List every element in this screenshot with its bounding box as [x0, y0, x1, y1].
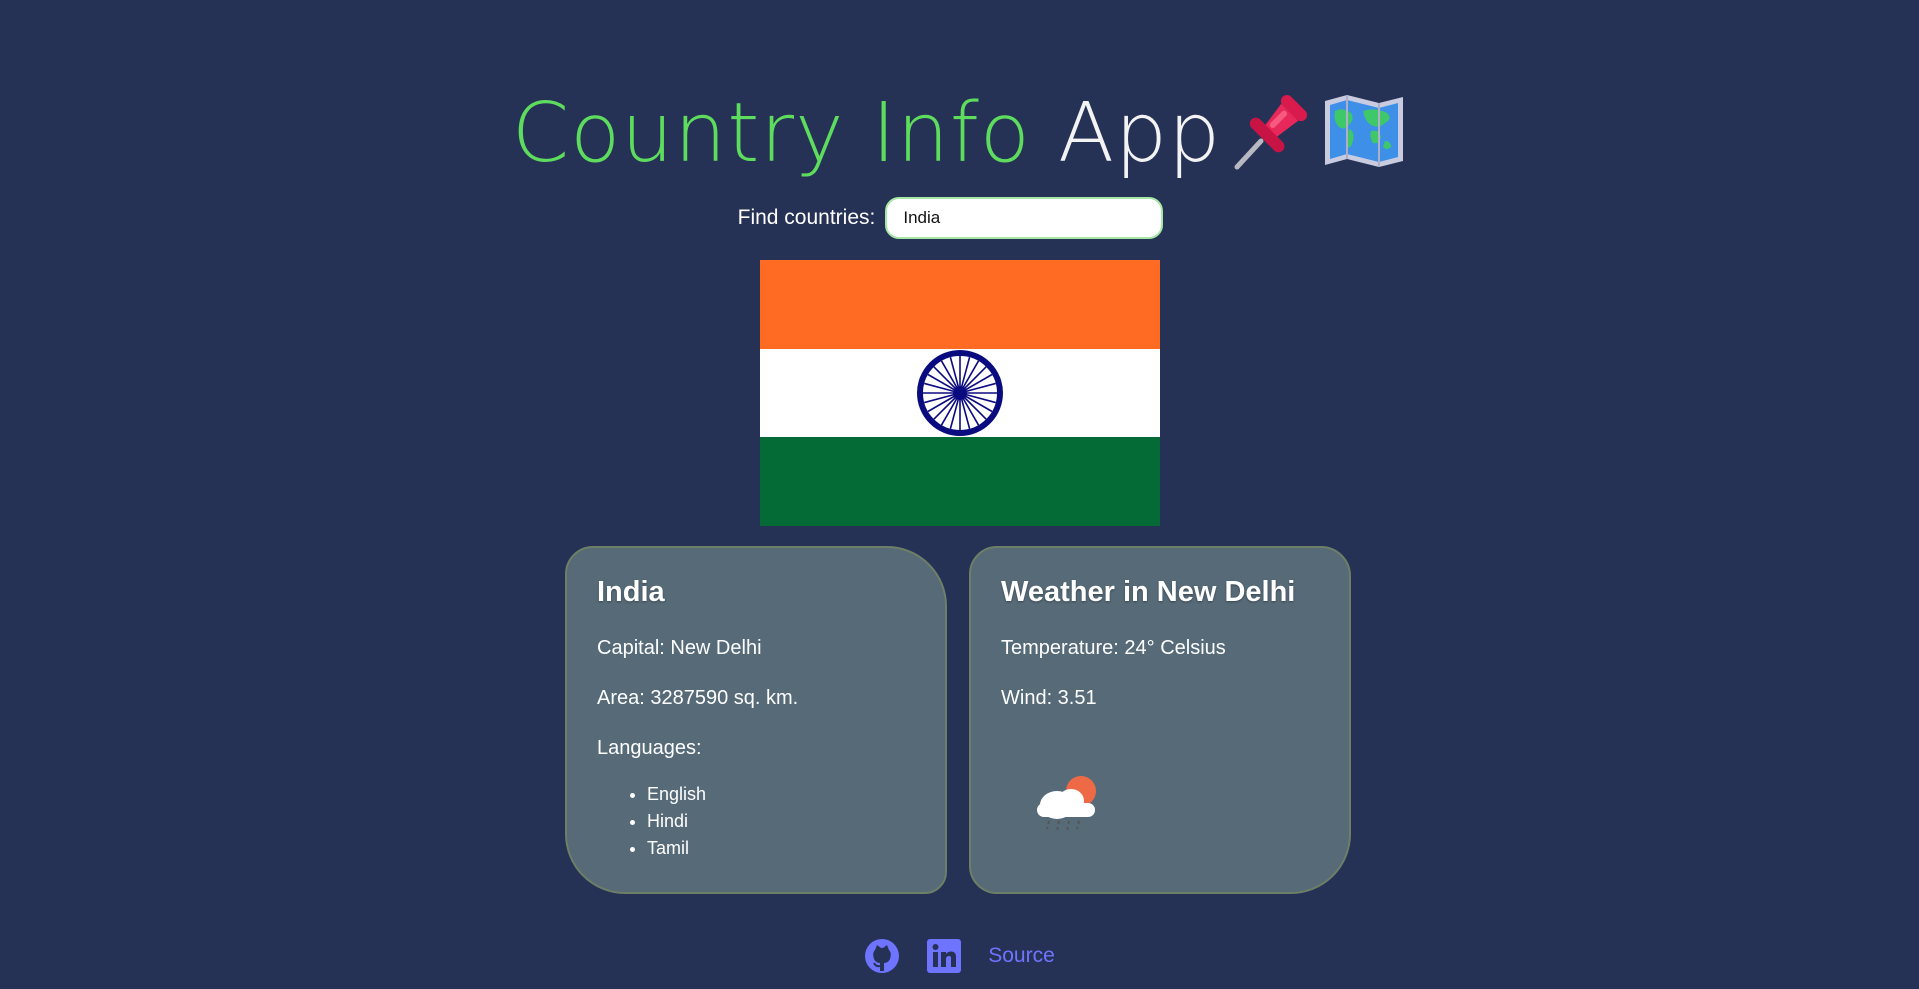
- list-item: Hindi: [647, 808, 915, 835]
- source-link[interactable]: Source: [988, 944, 1055, 968]
- page-title: Country Info App: [0, 84, 1919, 194]
- linkedin-icon[interactable]: [926, 938, 962, 974]
- list-item: Tamil: [647, 835, 915, 862]
- country-info-card: India Capital: New Delhi Area: 3287590 s…: [565, 546, 947, 894]
- country-flag: [760, 260, 1160, 526]
- languages-label: Languages:: [597, 737, 702, 759]
- weather-card: Weather in New Delhi Temperature: 24° Ce…: [969, 546, 1351, 894]
- footer: Source: [0, 938, 1919, 974]
- flag-green-band: [760, 437, 1160, 526]
- pushpin-icon: [1231, 91, 1311, 194]
- temperature-text: Temperature: 24° Celsius: [1001, 637, 1226, 659]
- capital-text: Capital: New Delhi: [597, 637, 762, 659]
- search-row: Find countries:: [0, 196, 1919, 240]
- list-item: English: [647, 781, 915, 808]
- world-map-icon: [1321, 91, 1407, 194]
- rain-cloud-sun-icon: [1037, 776, 1096, 832]
- wind-text: Wind: 3.51: [1001, 687, 1097, 709]
- ashoka-chakra-icon: [917, 350, 1003, 436]
- languages-list: English Hindi Tamil: [597, 781, 915, 862]
- area-text: Area: 3287590 sq. km.: [597, 687, 799, 709]
- search-input[interactable]: [885, 197, 1164, 239]
- flag-saffron-band: [760, 260, 1160, 349]
- weather-title: Weather in New Delhi: [1001, 576, 1296, 608]
- title-plain: App: [1057, 86, 1222, 181]
- title-accent: Country Info: [511, 86, 1031, 181]
- country-name: India: [597, 576, 665, 608]
- github-icon[interactable]: [864, 938, 900, 974]
- app-page: Country Info App Find countries: India I…: [0, 0, 1919, 989]
- search-label: Find countries:: [737, 206, 876, 229]
